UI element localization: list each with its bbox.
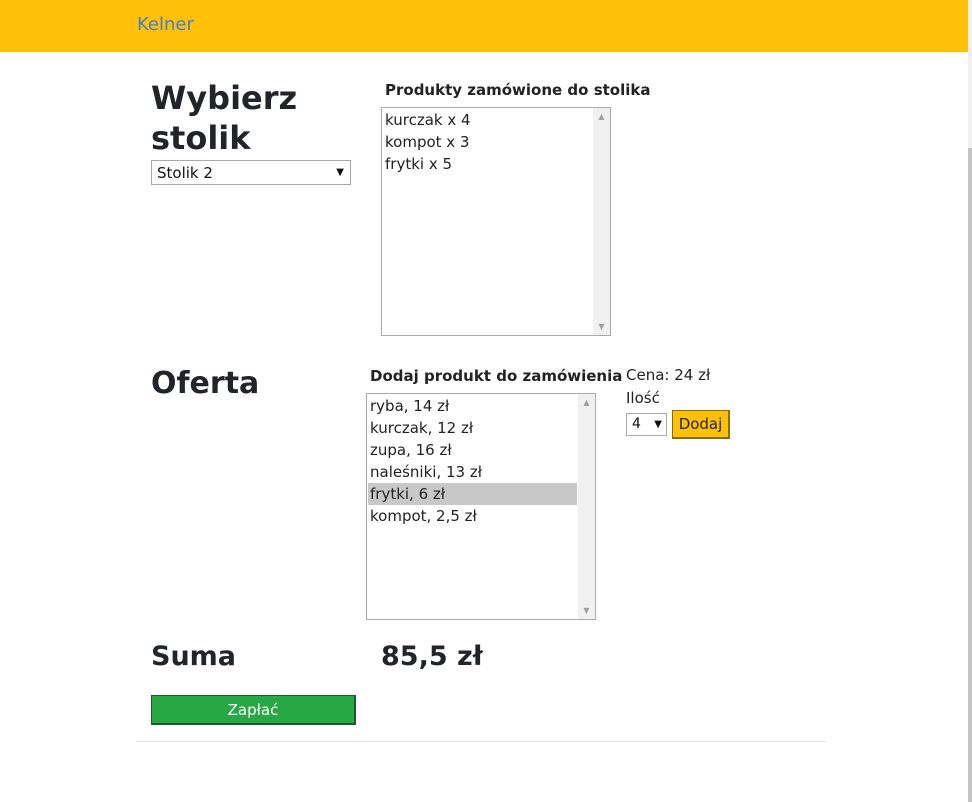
pay-button[interactable]: Zapłać bbox=[151, 695, 356, 725]
page-scrollbar[interactable] bbox=[968, 0, 972, 802]
offer-product-item[interactable]: naleśniki, 13 zł bbox=[368, 461, 577, 483]
dropdown-arrow-icon: ▼ bbox=[336, 167, 344, 178]
add-button[interactable]: Dodaj bbox=[672, 410, 730, 439]
ordered-list-scrollbar[interactable]: ▲ ▼ bbox=[593, 108, 610, 335]
offer-product-item-selected[interactable]: frytki, 6 zł bbox=[368, 483, 577, 505]
offer-heading: Oferta bbox=[151, 366, 260, 401]
price-text: Cena: 24 zł bbox=[626, 366, 711, 384]
brand-link[interactable]: Kelner bbox=[137, 14, 194, 35]
offer-list-scrollbar[interactable]: ▲ ▼ bbox=[578, 394, 595, 619]
table-select-value: Stolik 2 bbox=[157, 164, 213, 182]
offer-products-list[interactable]: ryba, 14 zł kurczak, 12 zł zupa, 16 zł n… bbox=[366, 393, 596, 620]
footer-divider bbox=[136, 741, 826, 742]
offer-product-item[interactable]: kurczak, 12 zł bbox=[368, 417, 577, 439]
quantity-select-value: 4 bbox=[632, 416, 641, 432]
quantity-select[interactable]: 4 ▼ bbox=[626, 413, 667, 436]
offer-product-item[interactable]: kompot, 2,5 zł bbox=[368, 505, 577, 527]
ordered-product-item[interactable]: kurczak x 4 bbox=[383, 109, 592, 131]
add-product-label: Dodaj produkt do zamówienia bbox=[370, 367, 623, 385]
offer-product-item[interactable]: zupa, 16 zł bbox=[368, 439, 577, 461]
scroll-up-arrow-icon[interactable]: ▲ bbox=[593, 108, 610, 125]
offer-product-item[interactable]: ryba, 14 zł bbox=[368, 395, 577, 417]
table-select[interactable]: Stolik 2 ▼ bbox=[151, 160, 351, 185]
sum-value: 85,5 zł bbox=[381, 641, 483, 672]
scroll-up-arrow-icon[interactable]: ▲ bbox=[578, 394, 595, 411]
quantity-label: Ilość bbox=[626, 389, 660, 407]
ordered-product-item[interactable]: frytki x 5 bbox=[383, 153, 592, 175]
page-scrollbar-thumb[interactable] bbox=[968, 148, 972, 802]
scroll-down-arrow-icon[interactable]: ▼ bbox=[578, 602, 595, 619]
top-navbar: Kelner bbox=[0, 0, 968, 52]
ordered-products-label: Produkty zamówione do stolika bbox=[385, 81, 651, 99]
dropdown-arrow-icon: ▼ bbox=[654, 419, 662, 430]
table-select-heading: Wybierz stolik bbox=[151, 79, 298, 157]
sum-heading: Suma bbox=[151, 641, 237, 672]
ordered-product-item[interactable]: kompot x 3 bbox=[383, 131, 592, 153]
ordered-products-list[interactable]: kurczak x 4 kompot x 3 frytki x 5 ▲ ▼ bbox=[381, 107, 611, 336]
scroll-down-arrow-icon[interactable]: ▼ bbox=[593, 318, 610, 335]
